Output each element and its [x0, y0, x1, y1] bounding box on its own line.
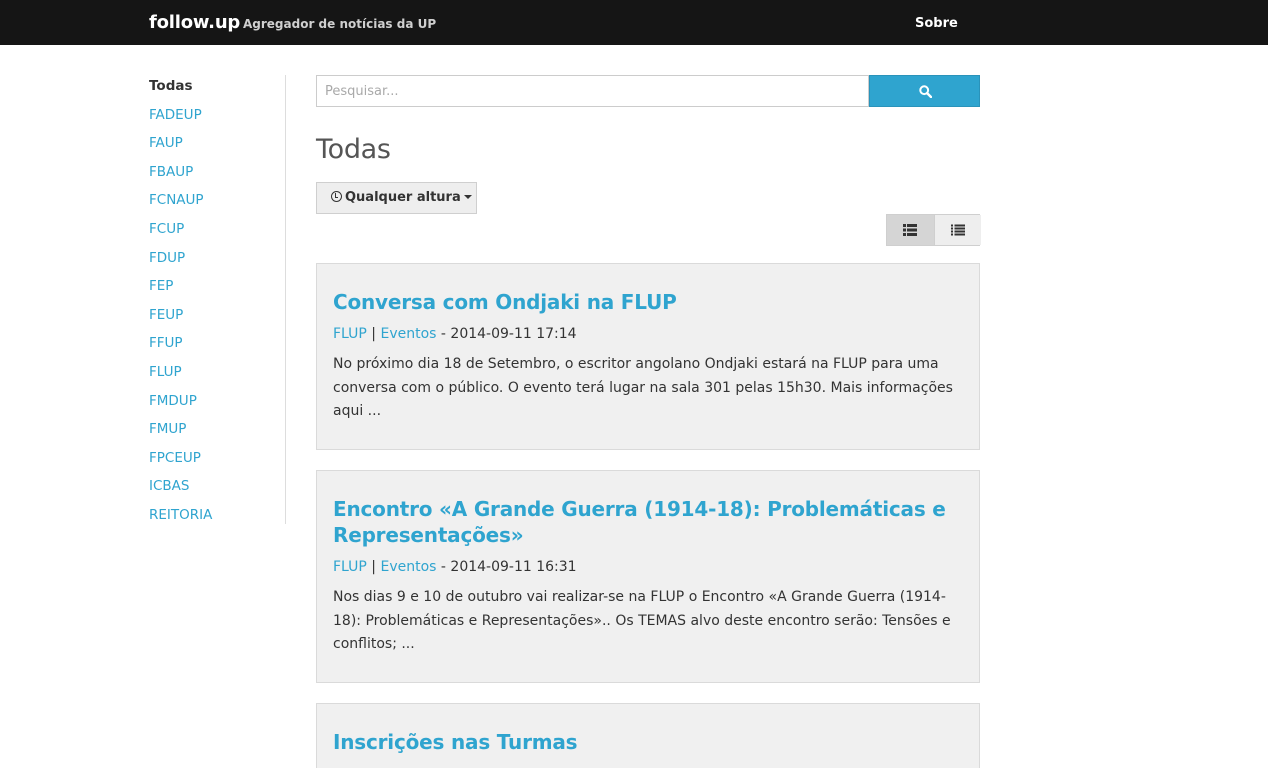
sidebar-item-feup[interactable]: FEUP	[149, 304, 285, 333]
news-excerpt: Nos dias 9 e 10 de outubro vai realizar-…	[333, 589, 951, 652]
news-title[interactable]: Inscrições nas Turmas	[333, 729, 963, 755]
list-view-button[interactable]	[934, 215, 981, 245]
news-datetime: 2014-09-11 16:31	[450, 559, 577, 575]
nav-link-about[interactable]: Sobre	[915, 16, 958, 31]
news-datetime: 2014-09-11 17:14	[450, 326, 577, 342]
sidebar-item-fbaup[interactable]: FBAUP	[149, 161, 285, 190]
site-tagline: Agregador de notícias da UP	[243, 17, 437, 31]
news-card: Conversa com Ondjaki na FLUP FLUP | Even…	[316, 263, 980, 450]
sidebar-item-fdup[interactable]: FDUP	[149, 247, 285, 276]
list-view-icon	[951, 224, 965, 236]
sidebar-item-fpceup[interactable]: FPCEUP	[149, 447, 285, 476]
sidebar-item-fadeup[interactable]: FADEUP	[149, 104, 285, 133]
sidebar-item-fmdup[interactable]: FMDUP	[149, 390, 285, 419]
news-meta: FLUP | Eventos - 2014-09-11 17:14	[333, 326, 577, 342]
news-title[interactable]: Conversa com Ondjaki na FLUP	[333, 289, 963, 315]
search-input[interactable]	[316, 75, 869, 107]
news-card: Encontro «A Grande Guerra (1914-18): Pro…	[316, 470, 980, 683]
search-button[interactable]	[869, 75, 980, 107]
news-meta: FLUP | Eventos - 2014-09-11 16:31	[333, 559, 577, 575]
sidebar-item-faup[interactable]: FAUP	[149, 132, 285, 161]
caret-down-icon	[463, 195, 472, 199]
news-excerpt: No próximo dia 18 de Setembro, o escrito…	[333, 356, 953, 419]
search-icon	[919, 85, 932, 98]
clock-icon	[331, 191, 342, 202]
sidebar-item-ffup[interactable]: FFUP	[149, 332, 285, 361]
sidebar-item-fcup[interactable]: FCUP	[149, 218, 285, 247]
brand-logo[interactable]: follow.up	[149, 12, 240, 33]
top-navbar: follow.up Agregador de notícias da UP So…	[0, 0, 1268, 45]
news-category-link[interactable]: Eventos	[380, 326, 436, 342]
grid-view-button[interactable]	[887, 215, 934, 245]
sidebar-item-reitoria[interactable]: REITORIA	[149, 504, 285, 533]
news-faculty-link[interactable]: FLUP	[333, 559, 367, 575]
faculty-sidebar: Todas FADEUP FAUP FBAUP FCNAUP FCUP FDUP…	[149, 75, 286, 524]
sidebar-item-icbas[interactable]: ICBAS	[149, 475, 285, 504]
news-faculty-link[interactable]: FLUP	[333, 326, 367, 342]
news-category-link[interactable]: Eventos	[380, 559, 436, 575]
page-title: Todas	[316, 134, 391, 165]
sidebar-item-fcnaup[interactable]: FCNAUP	[149, 189, 285, 218]
view-toggle	[886, 214, 981, 246]
main-content: Todas Qualquer altura Conversa com Ondja…	[316, 75, 981, 768]
time-filter-dropdown[interactable]: Qualquer altura	[316, 182, 477, 214]
news-card: Inscrições nas Turmas	[316, 703, 980, 768]
time-filter-label: Qualquer altura	[345, 190, 461, 205]
sidebar-item-fep[interactable]: FEP	[149, 275, 285, 304]
sidebar-item-todas[interactable]: Todas	[149, 75, 285, 104]
search-bar	[316, 75, 980, 107]
grid-view-icon	[903, 224, 917, 236]
news-title[interactable]: Encontro «A Grande Guerra (1914-18): Pro…	[333, 496, 963, 548]
sidebar-item-flup[interactable]: FLUP	[149, 361, 285, 390]
sidebar-item-fmup[interactable]: FMUP	[149, 418, 285, 447]
